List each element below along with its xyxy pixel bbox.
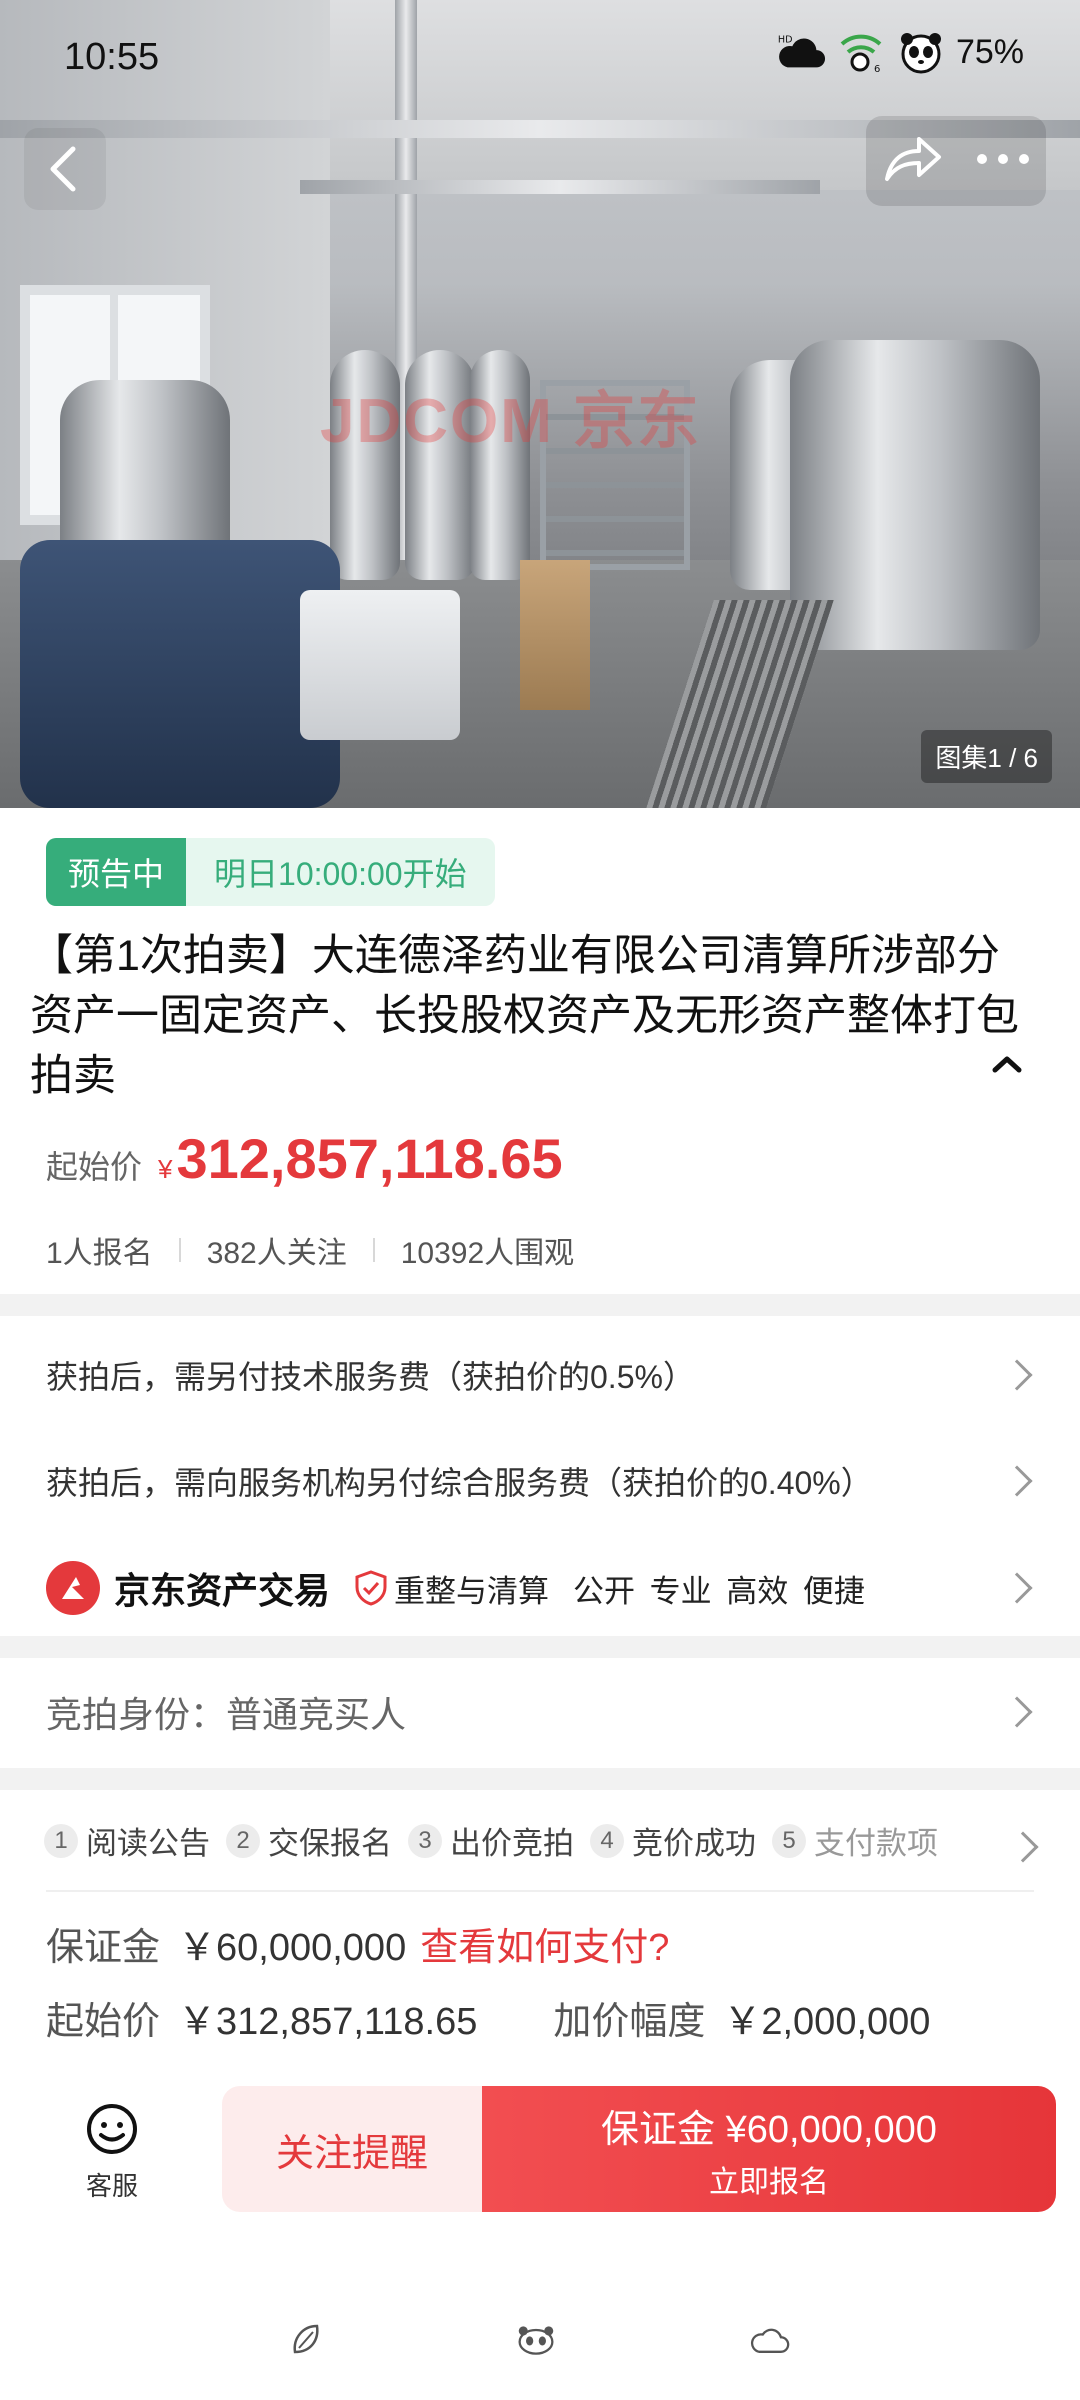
status-icons: HD 6 75% (776, 30, 1024, 75)
process-steps[interactable]: 1 阅读公告 2 交保报名 3 出价竞拍 4 竞价成功 5 支付款项 (44, 1818, 954, 1863)
divider (46, 1890, 1034, 1892)
nav-recents-button[interactable] (750, 2320, 790, 2360)
process-card: 1 阅读公告 2 交保报名 3 出价竞拍 4 竞价成功 5 支付款项 保证金 ￥60,00… (0, 1790, 1080, 2090)
divider (178, 1238, 181, 1262)
increment-label: 加价幅度 (553, 2001, 706, 2043)
currency-symbol: ¥ (158, 1154, 173, 1184)
identity-row[interactable]: 竞拍身份：普通竞买人 (46, 1684, 1036, 1740)
back-arrow-icon (50, 146, 76, 192)
register-now-label: 立即报名 (709, 2165, 829, 2199)
top-actions (866, 116, 1046, 206)
leaf-back-icon (293, 2324, 319, 2354)
hero-bags (20, 540, 340, 808)
hero-bags (300, 590, 460, 740)
collapse-title-button[interactable] (992, 1054, 1022, 1079)
more-button[interactable] (976, 152, 1030, 170)
auction-info-card: 预告中 明日10:00:00开始 【第1次拍卖】大连德泽药业有限公司清算所涉部分… (0, 808, 1080, 1294)
deposit-row: 保证金 ￥60,000,000 查看如何支付? (46, 1916, 669, 1971)
panda-home-icon (518, 2326, 554, 2355)
share-button[interactable] (883, 133, 943, 190)
chevron-right-icon (1001, 1572, 1033, 1604)
nav-home-button[interactable] (516, 2320, 556, 2360)
customer-service-label: 客服 (85, 2171, 138, 2201)
followers-count: 382人关注 (206, 1237, 347, 1270)
service-fee-text: 获拍后，需向服务机构另付综合服务费（获拍价的0.40%） (46, 1465, 873, 1501)
battery-level: 75% (955, 32, 1024, 71)
identity-text: 竞拍身份：普通竞买人 (46, 1694, 407, 1735)
viewers-count: 10392人围观 (400, 1237, 575, 1270)
brand-row[interactable]: 京东资产交易 重整与清算 公开 专业 高效 便捷 (46, 1558, 1036, 1618)
tech-fee-text: 获拍后，需另付技术服务费（获拍价的0.5%） (46, 1359, 695, 1395)
deposit-value: ￥60,000,000 (178, 1927, 407, 1969)
fees-card: 获拍后，需另付技术服务费（获拍价的0.5%） 获拍后，需向服务机构另付综合服务费… (0, 1316, 1080, 1636)
follow-reminder-button[interactable]: 关注提醒 (222, 2086, 482, 2212)
step-item: 4 竞价成功 (590, 1818, 756, 1863)
start-time-badge: 明日10:00:00开始 (186, 838, 495, 906)
start-price-label: 起始价 (46, 2001, 161, 2043)
step-item: 5 支付款项 (772, 1818, 938, 1863)
deposit-label: 保证金 (46, 1927, 161, 1969)
register-button[interactable]: 保证金 ¥60,000,000 立即报名 (482, 2086, 1056, 2212)
chevron-right-icon (1001, 1696, 1033, 1728)
gallery-counter[interactable]: 图集1 / 6 (921, 730, 1052, 783)
brand-tag: 重整与清算 (394, 1573, 550, 1609)
watermark: JDCOM 京东 (320, 387, 702, 456)
status-bar: 10:55 HD 6 75% (0, 0, 1080, 120)
chevron-right-icon (1001, 1465, 1033, 1497)
status-time: 10:55 (64, 36, 160, 78)
nav-back-button[interactable] (286, 2320, 326, 2360)
bottom-action-bar: 客服 关注提醒 保证金 ¥60,000,000 立即报名 (0, 2060, 1080, 2230)
how-to-pay-link[interactable]: 查看如何支付? (420, 1916, 669, 1971)
chevron-up-icon (992, 1056, 1022, 1073)
svg-text:HD: HD (778, 34, 793, 45)
hero-pipe (300, 180, 820, 194)
brand-slogan: 公开 专业 高效 便捷 (573, 1573, 865, 1609)
share-icon (884, 136, 941, 181)
more-icon (976, 154, 1029, 164)
step-item: 3 出价竞拍 (408, 1818, 574, 1863)
auction-title: 【第1次拍卖】大连德泽药业有限公司清算所涉部分资产一固定资产、长投股权资产及无形… (30, 932, 1019, 1100)
step-item: 2 交保报名 (226, 1818, 392, 1863)
identity-card: 竞拍身份：普通竞买人 (0, 1658, 1080, 1768)
svg-text:6: 6 (874, 64, 880, 74)
status-badge: 预告中 (46, 838, 187, 906)
cloud-icon: HD (776, 30, 826, 74)
shield-check-icon (355, 1570, 387, 1606)
system-nav-bar (0, 2230, 1080, 2400)
service-fee-row[interactable]: 获拍后，需向服务机构另付综合服务费（获拍价的0.40%） (46, 1456, 1036, 1506)
hero-box (520, 560, 590, 710)
price-row: 起始价 ¥ 312,857,118.65 (46, 1126, 563, 1191)
increment-value: ￥2,000,000 (723, 2001, 931, 2043)
price-label: 起始价 (46, 1149, 143, 1185)
register-deposit-label: 保证金 ¥60,000,000 (601, 2108, 937, 2151)
panda-battery-icon (896, 30, 946, 74)
brand-info: 京东资产交易 重整与清算 公开 专业 高效 便捷 (46, 1561, 865, 1615)
price-info-row: 起始价 ￥312,857,118.65 加价幅度 ￥2,000,000 (46, 1990, 930, 2045)
start-price-value: ￥312,857,118.65 (178, 2001, 478, 2043)
step-item: 1 阅读公告 (44, 1818, 210, 1863)
cloud-recents-icon (750, 2328, 790, 2353)
divider (372, 1238, 375, 1262)
registered-count: 1人报名 (46, 1237, 153, 1270)
chevron-right-icon[interactable] (1007, 1831, 1039, 1863)
brand-name: 京东资产交易 (114, 1570, 331, 1611)
jd-asset-logo-icon (46, 1561, 100, 1615)
status-badges: 预告中 明日10:00:00开始 (46, 838, 495, 906)
chevron-right-icon (1001, 1359, 1033, 1391)
tech-fee-row[interactable]: 获拍后，需另付技术服务费（获拍价的0.5%） (46, 1350, 1036, 1400)
customer-service-button[interactable]: 客服 (62, 2102, 162, 2203)
auction-stats: 1人报名 382人关注 10392人围观 (46, 1228, 574, 1272)
back-button[interactable] (24, 128, 106, 210)
wifi-icon: 6 (836, 30, 886, 74)
smiley-chat-icon (87, 2104, 137, 2154)
starting-price: 312,857,118.65 (176, 1127, 563, 1190)
